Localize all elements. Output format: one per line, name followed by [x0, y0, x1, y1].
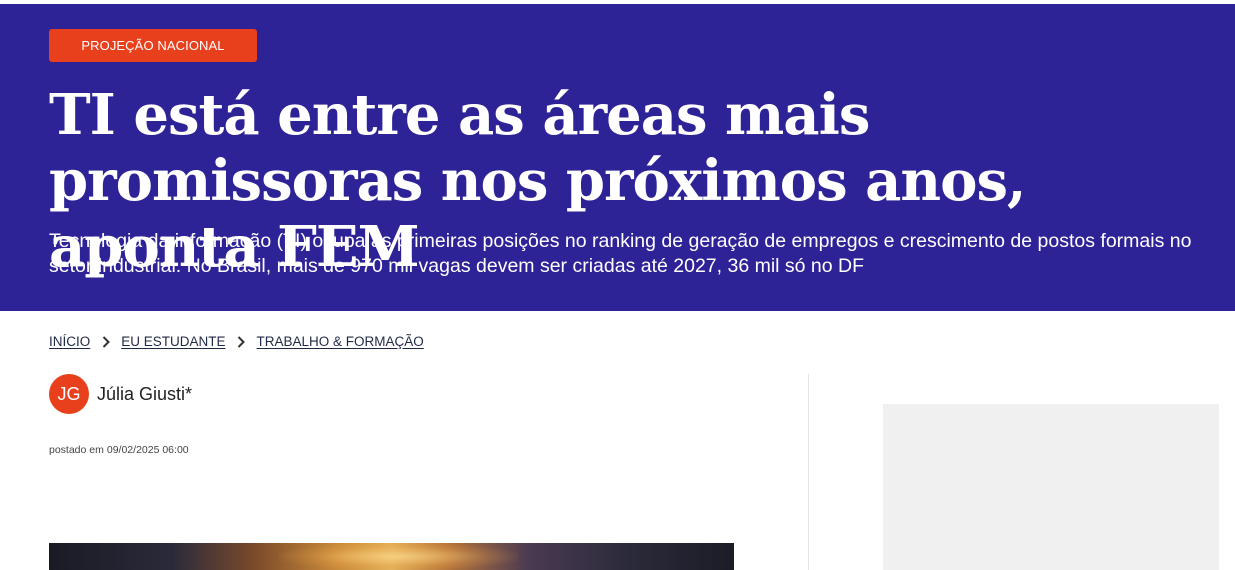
breadcrumb: INÍCIO EU ESTUDANTE TRABALHO & FORMAÇÃO [49, 331, 424, 351]
article-subtitle: Tecnologia da informação (TI) ocupa as p… [49, 230, 1192, 277]
author-byline: JG Júlia Giusti* [49, 374, 192, 414]
breadcrumb-link-trabalho-formacao[interactable]: TRABALHO & FORMAÇÃO [257, 334, 424, 349]
posted-label: postado em [49, 444, 104, 456]
author-avatar[interactable]: JG [49, 374, 89, 414]
breadcrumb-link-eu-estudante[interactable]: EU ESTUDANTE [121, 334, 225, 349]
posted-date: 09/02/2025 06:00 [106, 444, 189, 456]
article-hero-image[interactable] [49, 543, 734, 570]
category-tag[interactable]: PROJEÇÃO NACIONAL [49, 29, 257, 62]
chevron-right-icon [226, 333, 257, 349]
breadcrumb-link-inicio[interactable]: INÍCIO [49, 334, 90, 349]
article-header: PROJEÇÃO NACIONAL TI está entre as áreas… [0, 4, 1235, 311]
author-name[interactable]: Júlia Giusti* [97, 384, 192, 405]
image-glow [279, 543, 519, 570]
posted-timestamp: postado em 09/02/2025 06:00 [49, 444, 189, 456]
column-divider [808, 374, 809, 570]
chevron-right-icon [90, 333, 121, 349]
ad-placeholder [883, 404, 1219, 570]
